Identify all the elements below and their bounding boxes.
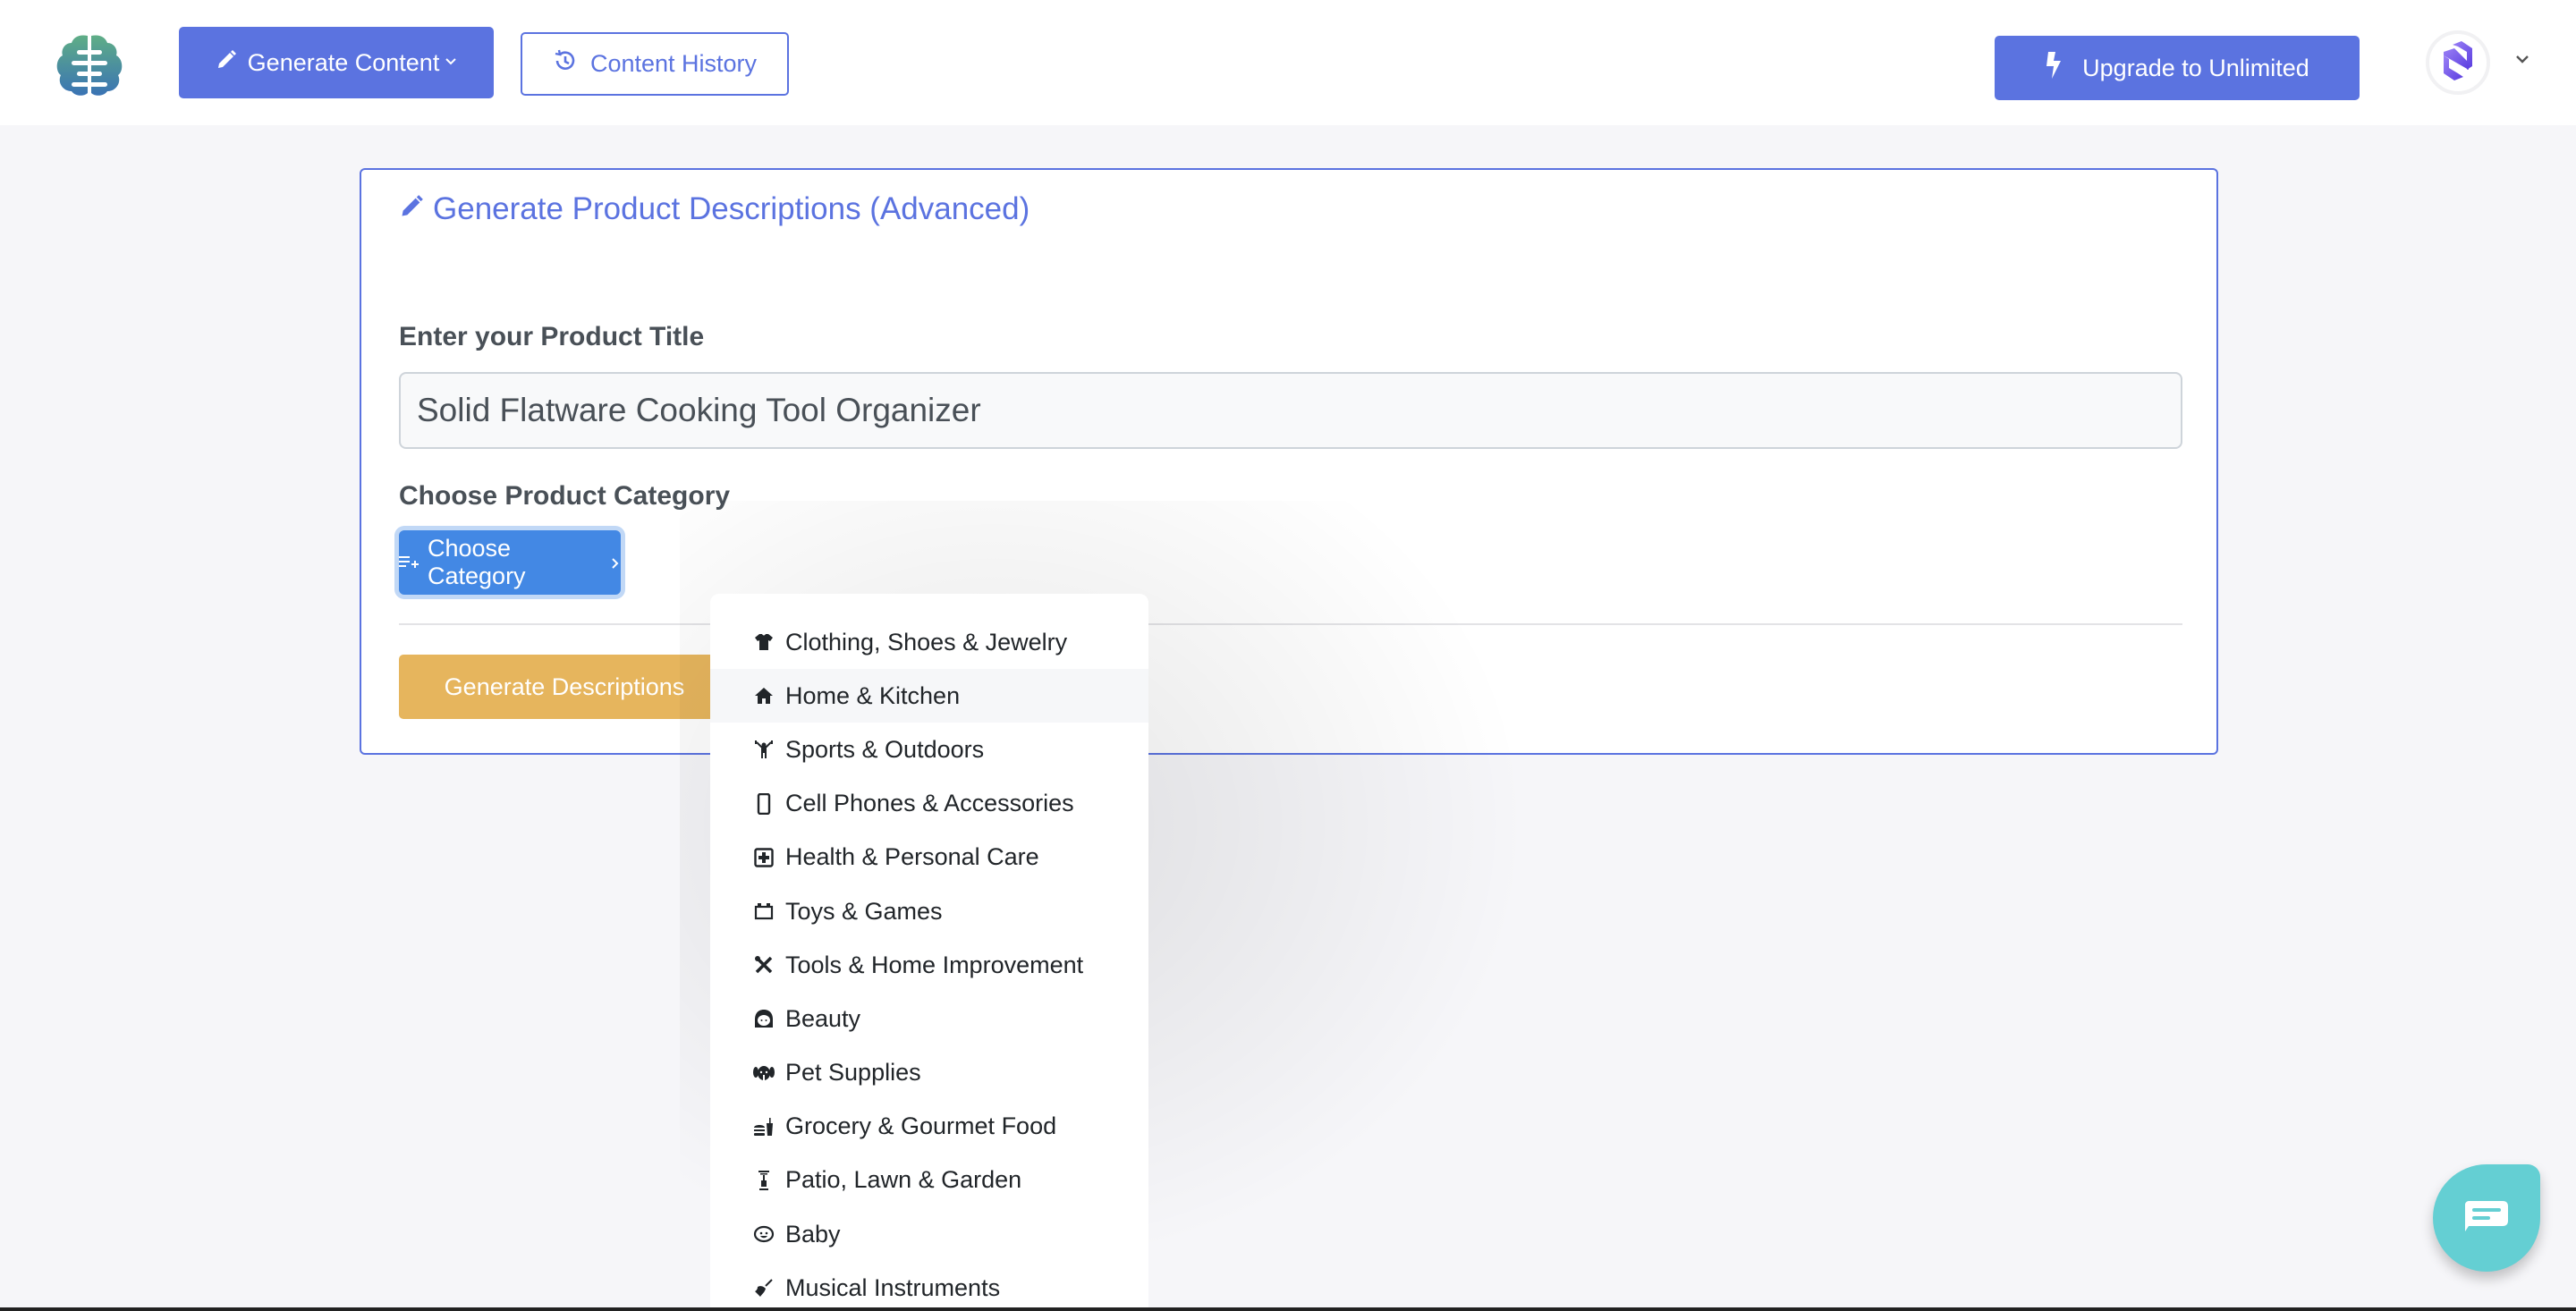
toy-block-icon — [753, 901, 775, 922]
dropdown-item-label: Sports & Outdoors — [785, 735, 985, 763]
dropdown-item-health[interactable]: Health & Personal Care — [710, 831, 1148, 884]
playlist-add-icon — [399, 549, 419, 577]
chevron-right-icon — [608, 549, 621, 577]
dog-icon — [753, 1062, 775, 1084]
burger-drink-icon — [753, 1116, 775, 1138]
mobile-phone-icon — [753, 792, 775, 815]
dropdown-item-label: Musical Instruments — [785, 1273, 1001, 1301]
shirt-icon — [753, 631, 775, 653]
window-bottom-edge — [0, 1307, 2576, 1311]
bolt-icon — [2045, 51, 2063, 85]
card-title-text: Generate Product Descriptions (Advanced) — [433, 191, 1030, 226]
weightlifter-icon — [753, 739, 775, 760]
generate-descriptions-button[interactable]: Generate Descriptions — [399, 655, 730, 719]
category-dropdown-menu: Clothing, Shoes & Jewelry Home & Kitchen… — [710, 594, 1148, 1309]
dropdown-item-label: Home & Kitchen — [785, 681, 961, 709]
section-divider — [399, 623, 2182, 625]
dropdown-item-home-kitchen[interactable]: Home & Kitchen — [710, 669, 1148, 723]
dropdown-item-patio[interactable]: Patio, Lawn & Garden — [710, 1154, 1148, 1207]
chevron-down-icon — [445, 55, 457, 71]
chat-widget-button[interactable] — [2433, 1164, 2540, 1272]
product-description-card: Generate Product Descriptions (Advanced)… — [360, 168, 2218, 755]
upgrade-button[interactable]: Upgrade to Unlimited — [1995, 36, 2360, 100]
brain-logo-icon[interactable] — [52, 32, 127, 98]
dropdown-item-label: Tools & Home Improvement — [785, 951, 1084, 978]
chevron-down-icon[interactable] — [2513, 50, 2531, 68]
user-avatar[interactable] — [2426, 30, 2490, 95]
dropdown-item-label: Cell Phones & Accessories — [785, 790, 1074, 817]
pencil-icon — [216, 49, 237, 77]
medical-kit-icon — [753, 847, 775, 868]
history-icon — [553, 48, 578, 80]
upgrade-label: Upgrade to Unlimited — [2082, 54, 2309, 81]
choose-category-label: Choose Category — [428, 535, 526, 589]
dropdown-item-label: Grocery & Gourmet Food — [785, 1112, 1057, 1140]
dropdown-item-label: Health & Personal Care — [785, 843, 1039, 871]
dropdown-item-sports[interactable]: Sports & Outdoors — [710, 723, 1148, 776]
product-title-input[interactable] — [399, 372, 2182, 449]
user-brand-avatar-icon — [2438, 39, 2478, 87]
dropdown-item-label: Toys & Games — [785, 897, 943, 925]
dropdown-item-beauty[interactable]: Beauty — [710, 992, 1148, 1045]
dropdown-item-toys[interactable]: Toys & Games — [710, 884, 1148, 938]
generate-content-label: Generate Content — [247, 48, 440, 76]
baby-face-icon — [753, 1223, 775, 1245]
chat-bubble-icon — [2465, 1200, 2508, 1236]
top-navbar: Generate Content Content History Upgrade… — [0, 0, 2576, 125]
content-history-button[interactable]: Content History — [521, 32, 789, 96]
choose-category-button[interactable]: Choose Category — [399, 530, 621, 595]
dropdown-item-clothing[interactable]: Clothing, Shoes & Jewelry — [710, 615, 1148, 669]
product-title-label: Enter your Product Title — [399, 322, 705, 351]
dropdown-item-label: Clothing, Shoes & Jewelry — [785, 628, 1068, 656]
dropdown-item-cell-phones[interactable]: Cell Phones & Accessories — [710, 777, 1148, 831]
dropdown-item-label: Patio, Lawn & Garden — [785, 1166, 1022, 1194]
generate-content-button[interactable]: Generate Content — [179, 27, 494, 98]
pencil-icon — [399, 191, 424, 227]
dropdown-item-label: Baby — [785, 1220, 841, 1248]
patio-heater-icon — [753, 1170, 775, 1191]
dropdown-item-musical-instruments[interactable]: Musical Instruments — [710, 1261, 1148, 1311]
tools-icon — [753, 954, 775, 976]
home-icon — [753, 685, 775, 706]
dropdown-item-pet-supplies[interactable]: Pet Supplies — [710, 1046, 1148, 1100]
content-history-label: Content History — [589, 50, 758, 77]
dropdown-item-grocery[interactable]: Grocery & Gourmet Food — [710, 1100, 1148, 1154]
generate-descriptions-label: Generate Descriptions — [444, 672, 685, 700]
guitar-icon — [753, 1277, 775, 1298]
woman-face-icon — [753, 1008, 775, 1029]
dropdown-item-baby[interactable]: Baby — [710, 1207, 1148, 1261]
dropdown-item-tools[interactable]: Tools & Home Improvement — [710, 938, 1148, 992]
dropdown-item-label: Beauty — [785, 1004, 861, 1032]
dropdown-item-label: Pet Supplies — [785, 1059, 921, 1087]
card-title: Generate Product Descriptions (Advanced) — [399, 191, 1030, 227]
product-category-label: Choose Product Category — [399, 481, 731, 511]
